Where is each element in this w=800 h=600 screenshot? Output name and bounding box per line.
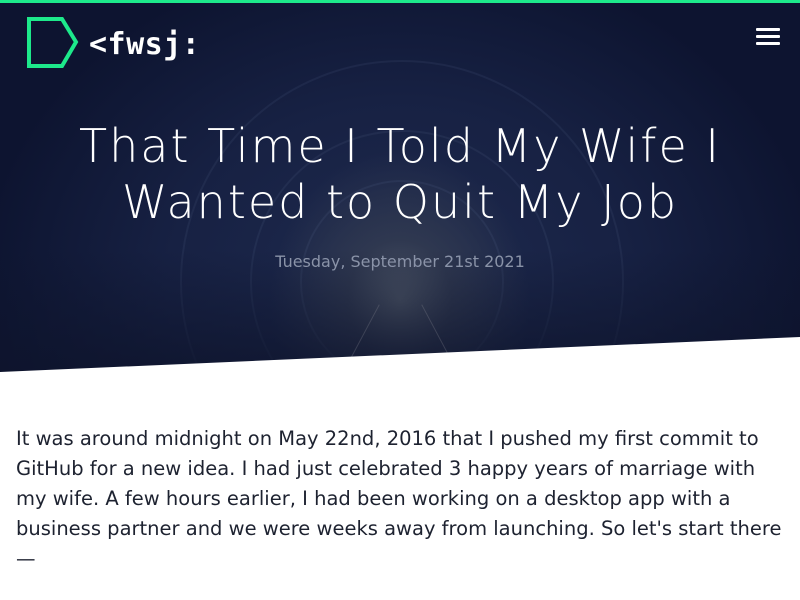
post-date: Tuesday, September 21st 2021 (275, 252, 525, 271)
post-title: That Time I Told My Wife I Wanted to Qui… (79, 119, 721, 229)
top-accent-bar (0, 0, 800, 3)
site-logo-text[interactable]: <fwsj: (89, 28, 200, 62)
menu-bar (756, 35, 780, 38)
article-paragraph: It was around midnight on May 22nd, 2016… (16, 427, 782, 570)
hamburger-menu-icon[interactable] (754, 26, 782, 46)
menu-bar (756, 42, 780, 45)
pentagon-logo-icon[interactable] (26, 16, 80, 70)
menu-bar (756, 28, 780, 31)
